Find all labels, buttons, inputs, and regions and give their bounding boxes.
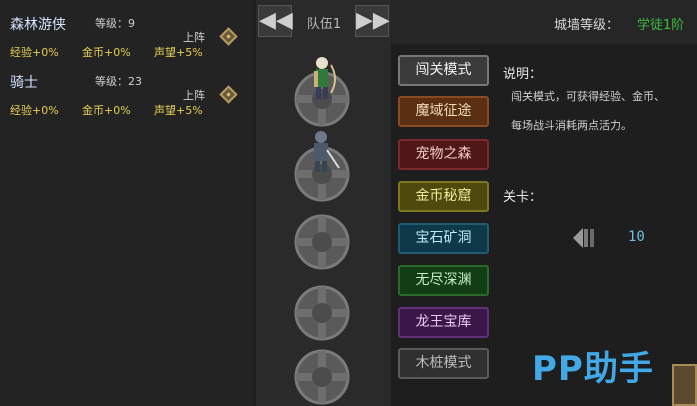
ranger-unit-icon [303, 55, 341, 103]
formation-slot[interactable] [293, 348, 351, 406]
info-line-2: 每场战斗消耗两点活力。 [511, 119, 632, 132]
exp-bonus: 经验+0% [10, 104, 59, 117]
hero-name: 森林游侠 [10, 17, 66, 33]
mode-button[interactable]: 无尽深渊 [398, 265, 489, 296]
mode-button[interactable]: 宝石矿洞 [398, 223, 489, 254]
stage-label: 关卡： [503, 190, 543, 205]
header-bar: 城墙等级： 学徒1阶 [391, 0, 697, 44]
mode-button[interactable]: 宠物之森 [398, 139, 489, 170]
formation-slot[interactable] [293, 284, 351, 342]
hero-row-ranger[interactable]: 森林游侠 等级：9 上阵 经验+0% 金币+0% 声望+5% [0, 0, 253, 59]
double-left-arrow-icon [573, 228, 594, 248]
mode-button[interactable]: 金币秘窟 [398, 181, 489, 212]
team-title: 队伍1 [306, 17, 342, 32]
prev-team-button[interactable]: ◀◀ [258, 5, 293, 37]
wall-level-label: 城墙等级： [554, 18, 620, 33]
deploy-label: 上阵 [183, 89, 205, 102]
pp-assistant-watermark: PP助手 [532, 349, 654, 389]
mode-button[interactable]: 龙王宝库 [398, 307, 489, 338]
info-line-1: 闯关模式，可获得经验、金币、 [511, 90, 665, 103]
next-team-button[interactable]: ▶▶ [355, 5, 390, 37]
stage-value: 10 [628, 229, 645, 245]
deploy-label: 上阵 [183, 31, 205, 44]
corner-menu-button[interactable] [672, 364, 697, 406]
hero-level: 等级：23 [95, 75, 142, 88]
hero-level: 等级：9 [95, 17, 135, 30]
info-title: 说明： [503, 67, 543, 82]
formation-slot[interactable] [293, 213, 351, 271]
gold-bonus: 金币+0% [82, 104, 131, 117]
deploy-diamond-icon[interactable] [219, 85, 238, 104]
mode-button[interactable]: 闯关模式 [398, 55, 489, 86]
hero-name: 骑士 [10, 75, 38, 91]
deploy-diamond-icon[interactable] [219, 27, 238, 46]
team-column: ◀◀ 队伍1 ▶▶ [256, 0, 391, 406]
hero-row-knight[interactable]: 骑士 等级：23 上阵 经验+0% 金币+0% 声望+5% [0, 58, 253, 117]
mode-button[interactable]: 木桩模式 [398, 348, 489, 379]
wall-level-value: 学徒1阶 [637, 18, 685, 33]
knight-unit-icon [303, 128, 341, 176]
hero-list-panel: 森林游侠 等级：9 上阵 经验+0% 金币+0% 声望+5% 骑士 等级：23 … [0, 0, 253, 406]
mode-button[interactable]: 魔域征途 [398, 96, 489, 127]
stage-prev-button[interactable] [571, 226, 597, 250]
fame-bonus: 声望+5% [154, 104, 203, 117]
